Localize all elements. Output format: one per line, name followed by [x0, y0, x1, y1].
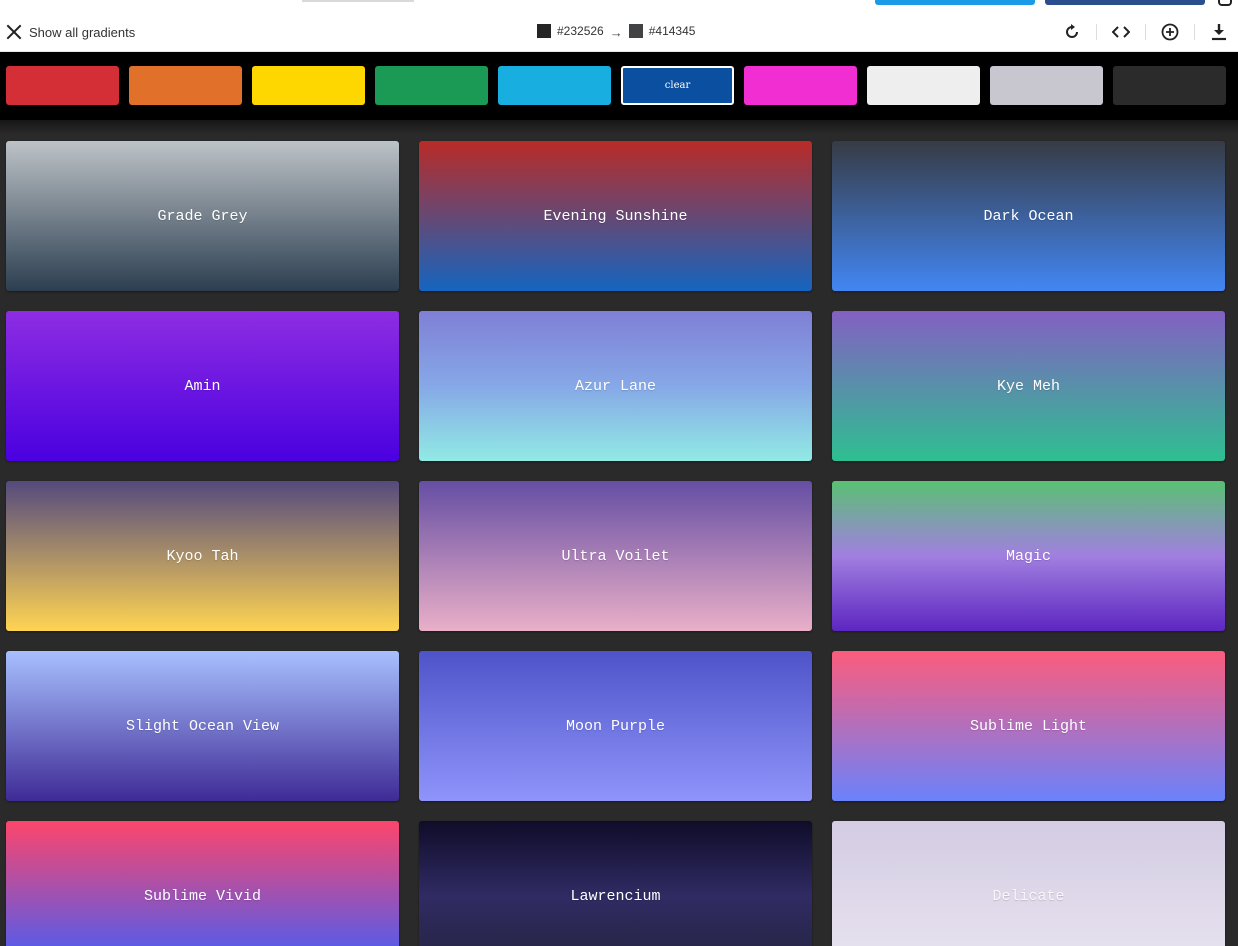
toolbar-separator [1145, 24, 1146, 40]
download-button[interactable] [1206, 20, 1232, 44]
color-filter-cyan[interactable] [498, 66, 611, 105]
gradient-name: Sublime Vivid [143, 887, 262, 905]
add-icon [1161, 23, 1179, 41]
close-icon [6, 24, 22, 40]
gradient-name: Kye Meh [996, 377, 1060, 395]
gradient-card[interactable]: Grade Grey [6, 141, 399, 291]
gradient-name: Delicate [992, 887, 1065, 905]
color-filter-bar: clear [0, 52, 1238, 120]
color-filter-clear-label: clear [664, 80, 691, 91]
gradient-card[interactable]: Magic [832, 481, 1225, 631]
gradient-toolbar: Show all gradients #232526 → #414345 [0, 10, 1238, 52]
get-css-button[interactable] [1108, 20, 1134, 44]
gradient-card[interactable]: Kyoo Tah [6, 481, 399, 631]
gradient-card[interactable]: Dark Ocean [832, 141, 1225, 291]
gradient-name: Lawrencium [570, 887, 661, 905]
gradient-name: Magic [1005, 547, 1051, 565]
to-color-hex[interactable]: #414345 [649, 24, 696, 38]
gradient-name: Moon Purple [565, 717, 666, 735]
color-filter-black[interactable] [1113, 66, 1226, 105]
gradient-card[interactable]: Kye Meh [832, 311, 1225, 461]
gradient-name: Kyoo Tah [166, 547, 239, 565]
rotate-button[interactable] [1059, 20, 1085, 44]
color-filter-blue[interactable]: clear [621, 66, 734, 105]
gradient-card[interactable]: Moon Purple [419, 651, 812, 801]
gradient-card[interactable]: Sublime Vivid [6, 821, 399, 946]
download-icon [1211, 23, 1227, 41]
gradient-card[interactable]: Slight Ocean View [6, 651, 399, 801]
gradient-name: Evening Sunshine [543, 207, 688, 225]
gradient-name: Ultra Voilet [561, 547, 670, 565]
gradient-name: Slight Ocean View [125, 717, 280, 735]
from-color-swatch [537, 23, 551, 38]
current-gradient-colors: #232526 → #414345 [537, 23, 696, 40]
gradient-card[interactable]: Sublime Light [832, 651, 1225, 801]
gradient-name: Sublime Light [969, 717, 1088, 735]
gradient-card[interactable]: Ultra Voilet [419, 481, 812, 631]
arrow-icon: → [609, 25, 623, 40]
header-secondary-button[interactable] [1045, 0, 1205, 5]
color-filter-orange[interactable] [129, 66, 242, 105]
toolbar-separator [1096, 24, 1097, 40]
add-gradient-button[interactable] [1157, 20, 1183, 44]
color-filter-pink[interactable] [744, 66, 857, 105]
gradient-name: Amin [184, 377, 221, 395]
header-primary-button[interactable] [875, 0, 1035, 5]
gradient-name: Dark Ocean [983, 207, 1074, 225]
gradient-name: Grade Grey [157, 207, 248, 225]
color-filter-green[interactable] [375, 66, 488, 105]
gradient-card[interactable]: Lawrencium [419, 821, 812, 946]
header-divider [302, 0, 414, 2]
toolbar-separator [1194, 24, 1195, 40]
page-header-edge [0, 0, 1238, 10]
color-filter-grey[interactable] [990, 66, 1103, 105]
header-mini-icon[interactable] [1218, 0, 1232, 6]
rotate-icon [1063, 23, 1081, 41]
code-icon [1112, 25, 1130, 39]
gradient-name: Azur Lane [574, 377, 656, 395]
toolbar-actions [1059, 20, 1232, 44]
color-filter-red[interactable] [6, 66, 119, 105]
color-filter-yellow[interactable] [252, 66, 365, 105]
to-color-swatch [628, 23, 643, 38]
gradient-card[interactable]: Azur Lane [419, 311, 812, 461]
filter-bar-shadow [0, 120, 1238, 134]
gradient-card[interactable]: Delicate [832, 821, 1225, 946]
from-color-hex[interactable]: #232526 [557, 24, 604, 38]
gradient-card[interactable]: Amin [6, 311, 399, 461]
gradient-card[interactable]: Evening Sunshine [419, 141, 812, 291]
color-filter-white[interactable] [867, 66, 980, 105]
show-all-label: Show all gradients [29, 24, 136, 40]
show-all-gradients-button[interactable]: Show all gradients [6, 21, 135, 43]
